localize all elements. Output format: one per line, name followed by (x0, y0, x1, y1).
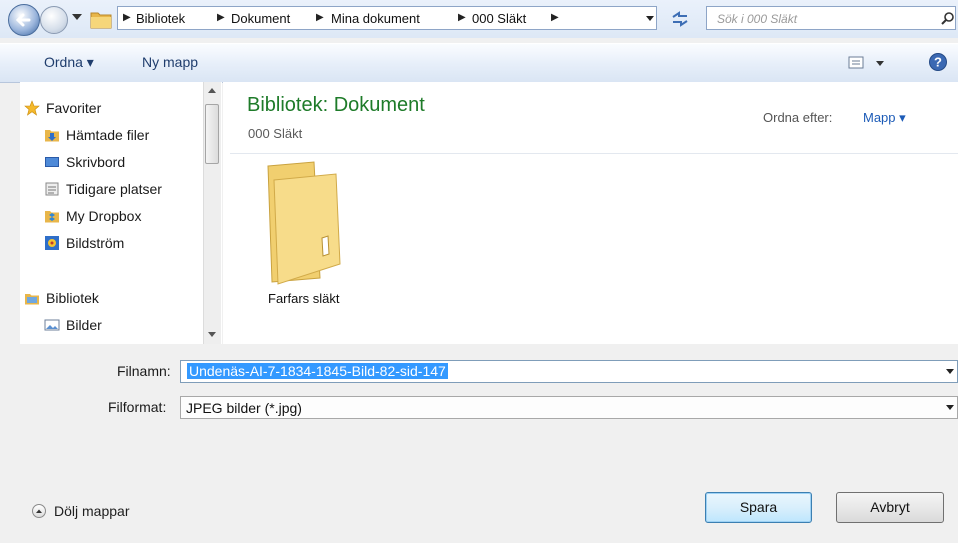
arrow-left-icon (15, 13, 31, 27)
filetype-value: JPEG bilder (*.jpg) (186, 400, 302, 416)
recent-pages-dropdown[interactable] (72, 14, 82, 20)
filename-label: Filnamn: (117, 363, 171, 379)
refresh-button[interactable] (668, 8, 692, 30)
desktop-icon (45, 157, 59, 167)
chevron-down-icon[interactable] (946, 405, 954, 410)
search-input[interactable]: Sök i 000 Släkt (706, 6, 956, 30)
search-placeholder: Sök i 000 Släkt (717, 12, 798, 26)
star-icon (24, 100, 40, 116)
breadcrumb-separator-icon: ▶ (551, 12, 559, 23)
nav-label: Bildström (66, 235, 125, 251)
nav-label: Bibliotek (46, 290, 99, 306)
breadcrumb-separator-icon: ▶ (217, 12, 225, 23)
organize-button[interactable]: Ordna ▾ (44, 54, 94, 71)
breadcrumb-dokument[interactable]: Dokument (231, 11, 290, 26)
filetype-select[interactable]: JPEG bilder (*.jpg) (180, 396, 958, 419)
address-row: ▶ Bibliotek ▶ Dokument ▶ Mina dokument ▶… (0, 0, 958, 38)
back-button[interactable] (8, 4, 40, 36)
breadcrumb-000-slakt[interactable]: 000 Släkt (472, 11, 526, 26)
library-subtitle: 000 Släkt (248, 126, 303, 141)
address-bar[interactable]: ▶ Bibliotek ▶ Dokument ▶ Mina dokument ▶… (117, 6, 657, 30)
sort-label: Ordna efter: (763, 110, 833, 125)
new-folder-button[interactable]: Ny mapp (142, 54, 198, 70)
search-icon (941, 12, 954, 25)
address-dropdown-button[interactable] (646, 16, 654, 21)
divider (230, 153, 958, 154)
library-title: Bibliotek: Dokument (247, 94, 425, 116)
nav-label: Favoriter (46, 100, 102, 116)
scroll-up-arrow-icon[interactable] (208, 88, 216, 93)
navigation-pane: Favoriter Hämtade filer Skrivbord Tidiga… (20, 82, 222, 344)
cancel-button[interactable]: Avbryt (836, 492, 944, 523)
filename-input[interactable]: Undenäs-AI-7-1834-1845-Bild-82-sid-147 (180, 360, 958, 383)
hide-folders-button[interactable]: Dölj mappar (54, 503, 129, 519)
command-toolbar: Ordna ▾ Ny mapp ? (0, 43, 958, 83)
nav-label: Tidigare platser (66, 181, 162, 197)
scroll-down-arrow-icon[interactable] (208, 332, 216, 337)
breadcrumb-bibliotek[interactable]: Bibliotek (136, 11, 185, 26)
help-button[interactable]: ? (928, 52, 948, 72)
help-icon: ? (929, 53, 947, 71)
folder-icon (267, 161, 341, 285)
breadcrumb-separator-icon: ▶ (316, 12, 324, 23)
svg-text:?: ? (934, 55, 942, 70)
photostream-icon (45, 236, 59, 250)
chevron-up-icon[interactable] (32, 504, 46, 518)
sort-dropdown[interactable]: Mapp ▾ (863, 110, 906, 126)
recent-places-icon (45, 182, 59, 196)
library-icon (25, 294, 39, 305)
nav-label: Skrivbord (66, 154, 126, 170)
chevron-down-icon[interactable] (946, 369, 954, 374)
save-button[interactable]: Spara (705, 492, 812, 523)
folder-icon (90, 9, 112, 29)
breadcrumb-mina-dokument[interactable]: Mina dokument (331, 11, 420, 26)
filename-value: Undenäs-AI-7-1834-1845-Bild-82-sid-147 (187, 363, 448, 379)
breadcrumb-separator-icon: ▶ (458, 12, 466, 23)
nav-label: My Dropbox (66, 208, 142, 224)
dropbox-icon (45, 211, 59, 223)
nav-label: Bilder (66, 317, 102, 333)
pictures-icon (44, 319, 60, 331)
folder-item[interactable]: Farfars släkt (248, 160, 358, 310)
filetype-label: Filformat: (108, 399, 167, 415)
view-icon (848, 56, 884, 69)
scroll-thumb[interactable] (205, 104, 219, 164)
breadcrumb-separator-icon: ▶ (123, 12, 131, 23)
nav-scrollbar[interactable] (203, 82, 221, 344)
forward-button[interactable] (40, 6, 68, 34)
nav-label: Hämtade filer (66, 127, 150, 143)
refresh-icon (672, 11, 688, 27)
downloads-folder-icon (45, 130, 59, 142)
change-view-button[interactable] (848, 54, 890, 72)
folder-name: Farfars släkt (268, 291, 340, 306)
